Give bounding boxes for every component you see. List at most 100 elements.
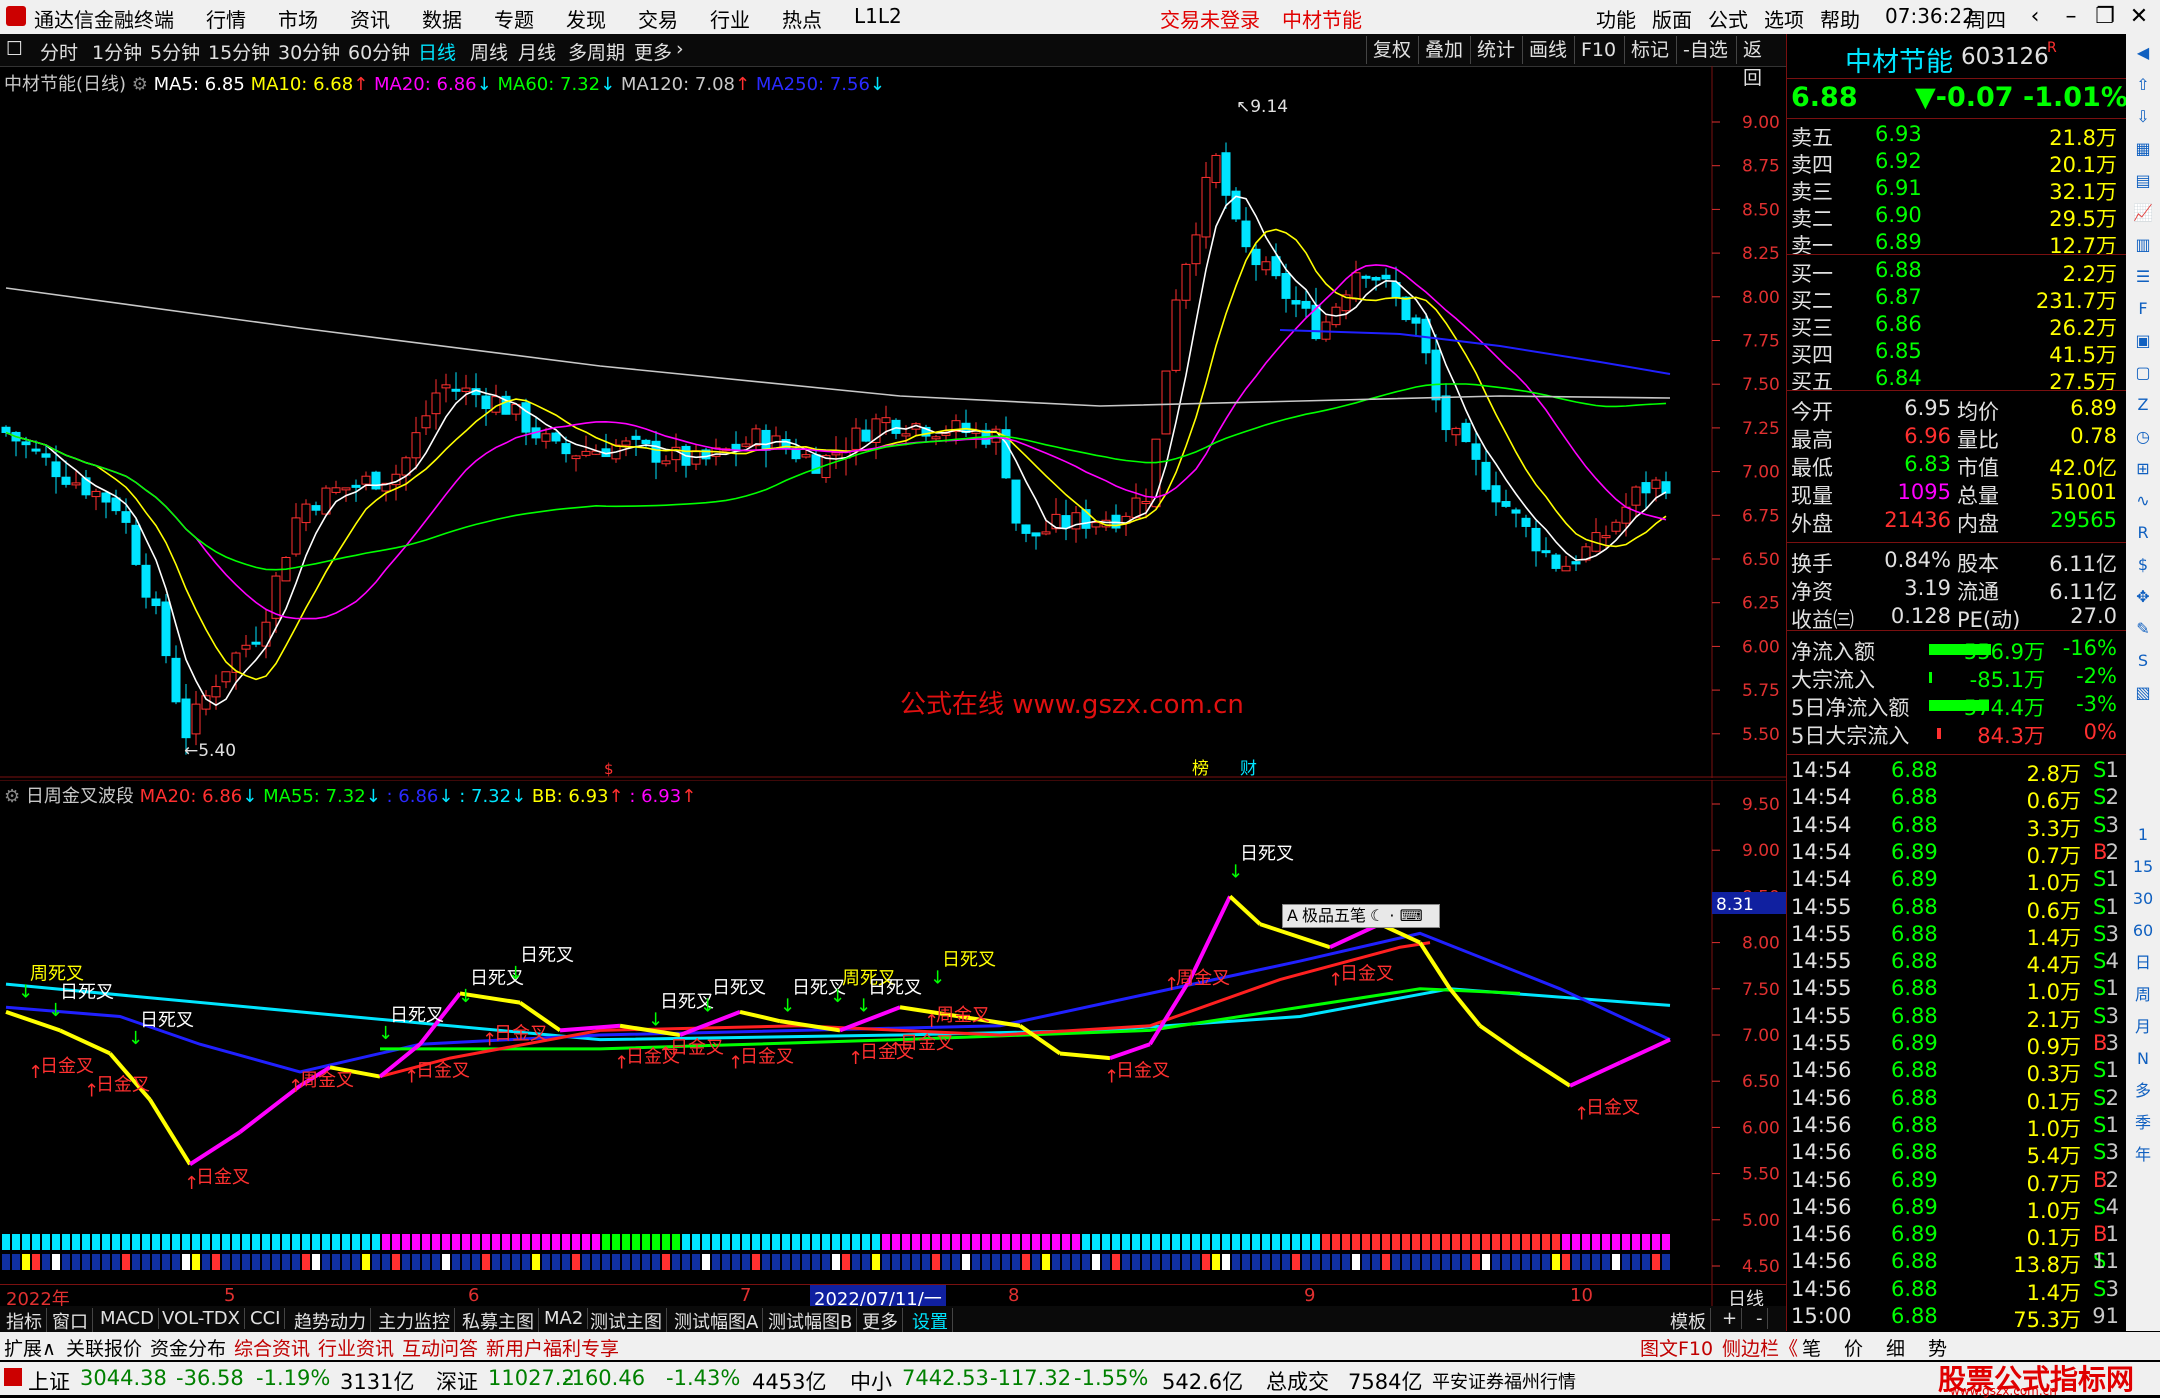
move-icon[interactable]: ✥ — [2130, 584, 2156, 610]
indicator-chart[interactable]: 9.509.008.508.007.507.006.506.005.505.00… — [0, 780, 1786, 1310]
period-day[interactable]: 日线 — [418, 38, 456, 65]
period-60min[interactable]: 60分钟 — [348, 38, 410, 65]
info-xi[interactable]: 细 — [1886, 1334, 1905, 1361]
period-multi[interactable]: 多周期 — [568, 38, 625, 65]
info-zonghezixun[interactable]: 综合资讯 — [234, 1334, 310, 1361]
kline-svg[interactable]: 9.00 8.75 8.50 8.25 8.00 7.75 7.50 7.25 7.00 6.75… — [0, 66, 1786, 778]
tab-macd[interactable]: MACD — [96, 1308, 159, 1329]
back-icon[interactable]: ‹ — [2018, 2, 2052, 32]
info-guanlianbaojia[interactable]: 关联报价 — [66, 1334, 142, 1361]
menu-gongneng[interactable]: 功能 — [1596, 4, 1636, 33]
side-period-8[interactable]: 多 — [2130, 1078, 2156, 1104]
menu-zixun[interactable]: 资讯 — [350, 4, 390, 33]
close-icon[interactable]: ✕ — [2122, 2, 2156, 32]
tab-ceshizhutu[interactable]: 测试主图 — [586, 1308, 667, 1334]
menu-jiaoyi[interactable]: 交易 — [638, 4, 678, 33]
info-bi[interactable]: 笔 — [1802, 1334, 1821, 1361]
side-period-5[interactable]: 周 — [2130, 982, 2156, 1008]
list-icon[interactable]: ☰ — [2130, 264, 2156, 290]
money-icon[interactable]: $ — [2130, 552, 2156, 578]
period-15min[interactable]: 15分钟 — [208, 38, 270, 65]
menu-bangzhu[interactable]: 帮助 — [1820, 4, 1860, 33]
indicator-svg[interactable]: 9.509.008.508.007.507.006.506.005.505.00… — [0, 780, 1786, 1306]
tool-fuquan[interactable]: 复权 — [1366, 36, 1417, 64]
tool-huaxian[interactable]: 画线 — [1522, 36, 1573, 64]
collapse-icon[interactable]: ☐ — [6, 38, 23, 60]
f10-icon[interactable]: F — [2130, 296, 2156, 322]
side-period-7[interactable]: N — [2130, 1046, 2156, 1072]
side-period-1[interactable]: 15 — [2130, 854, 2156, 880]
menu-xuanxiang[interactable]: 选项 — [1764, 4, 1804, 33]
zoom-in-button[interactable]: + — [1718, 1308, 1743, 1329]
fs-icon[interactable]: S — [2130, 648, 2156, 674]
tab-chuangkou[interactable]: 窗口 — [48, 1308, 93, 1334]
expand-icon[interactable]: ◀ — [2130, 40, 2156, 66]
tab-ma2[interactable]: MA2 — [540, 1308, 589, 1329]
tab-vol-tdx[interactable]: VOL-TDX — [158, 1308, 245, 1329]
tool-zixuan[interactable]: -自选 — [1676, 36, 1734, 64]
menu-hangqing[interactable]: 行情 — [206, 4, 246, 33]
side-period-0[interactable]: 1 — [2130, 822, 2156, 848]
period-more[interactable]: 更多 — [634, 38, 672, 65]
template-button[interactable]: 模板 — [1666, 1308, 1711, 1334]
menu-banmian[interactable]: 版面 — [1652, 4, 1692, 33]
tab-ceshifutua[interactable]: 测试幅图A — [670, 1308, 764, 1334]
menu-gongshi[interactable]: 公式 — [1708, 4, 1748, 33]
tab-zhibiao[interactable]: 指标 — [2, 1308, 47, 1334]
side-period-6[interactable]: 月 — [2130, 1014, 2156, 1040]
info-tuwenf10[interactable]: 图文F10 — [1640, 1334, 1713, 1361]
side-period-10[interactable]: 年 — [2130, 1142, 2156, 1168]
tool-diejia[interactable]: 叠加 — [1418, 36, 1469, 64]
period-month[interactable]: 月线 — [518, 38, 556, 65]
grid-icon[interactable]: ▣ — [2130, 328, 2156, 354]
menu-l1l2[interactable]: L1L2 — [854, 4, 902, 28]
tool-biaoji[interactable]: 标记 — [1624, 36, 1675, 64]
wave-icon[interactable]: ∿ — [2130, 488, 2156, 514]
menu-shuju[interactable]: 数据 — [422, 4, 462, 33]
image-icon[interactable]: ▧ — [2130, 680, 2156, 706]
period-30min[interactable]: 30分钟 — [278, 38, 340, 65]
table-icon[interactable]: ▤ — [2130, 168, 2156, 194]
period-5min[interactable]: 5分钟 — [150, 38, 200, 65]
kline-icon[interactable]: ▥ — [2130, 232, 2156, 258]
info-sidebar[interactable]: 侧边栏《 — [1722, 1334, 1798, 1361]
settings-icon[interactable]: ⚙ — [4, 786, 20, 807]
tool-f10[interactable]: F10 — [1574, 36, 1622, 64]
moon-icon[interactable]: ☾ · ⌨ — [1366, 906, 1423, 925]
tab-cci[interactable]: CCI — [246, 1308, 286, 1329]
kline-chart[interactable]: 9.00 8.75 8.50 8.25 8.00 7.75 7.50 7.25 7.00 6.75… — [0, 66, 1786, 778]
info-expand[interactable]: 扩展∧ — [4, 1334, 56, 1361]
period-1min[interactable]: 1分钟 — [92, 38, 142, 65]
tool-fanhui[interactable]: 返回 — [1736, 36, 1786, 89]
side-period-2[interactable]: 30 — [2130, 886, 2156, 912]
info-xinyonghu[interactable]: 新用户福利专享 — [486, 1334, 619, 1361]
tool-tongji[interactable]: 统计 — [1470, 36, 1521, 64]
up-arrow-icon[interactable]: ⇧ — [2130, 72, 2156, 98]
trade-status[interactable]: 交易未登录 — [1160, 4, 1260, 33]
index-sh-name[interactable]: 上证 — [28, 1366, 70, 1396]
info-shi[interactable]: 势 — [1928, 1334, 1947, 1361]
line-chart-icon[interactable]: 📈 — [2130, 200, 2156, 226]
tab-shezhi[interactable]: 设置 — [908, 1308, 953, 1334]
rsi-icon[interactable]: R — [2130, 520, 2156, 546]
tab-gengduo[interactable]: 更多 — [858, 1308, 903, 1334]
tab-qushidongli[interactable]: 趋势动力 — [290, 1308, 371, 1334]
chevron-right-icon[interactable]: › — [676, 38, 684, 60]
index-zx-name[interactable]: 中小 — [850, 1366, 892, 1396]
side-period-9[interactable]: 季 — [2130, 1110, 2156, 1136]
info-zijinfenbu[interactable]: 资金分布 — [150, 1334, 226, 1361]
tab-simuzhutu[interactable]: 私募主图 — [458, 1308, 539, 1334]
settings-icon[interactable]: ⚙ — [132, 74, 148, 95]
info-hudongwenda[interactable]: 互动问答 — [402, 1334, 478, 1361]
minimize-icon[interactable]: – — [2054, 2, 2088, 32]
menu-hangye[interactable]: 行业 — [710, 4, 750, 33]
doc-icon[interactable]: ▢ — [2130, 360, 2156, 386]
fz-icon[interactable]: Z — [2130, 392, 2156, 418]
history-icon[interactable]: ▦ — [2130, 136, 2156, 162]
side-period-4[interactable]: 日 — [2130, 950, 2156, 976]
zoom-out-button[interactable]: - — [1752, 1308, 1768, 1329]
pen-icon[interactable]: ✎ — [2130, 616, 2156, 642]
menu-redian[interactable]: 热点 — [782, 4, 822, 33]
restore-icon[interactable]: ❐ — [2088, 2, 2122, 32]
menu-shichang[interactable]: 市场 — [278, 4, 318, 33]
